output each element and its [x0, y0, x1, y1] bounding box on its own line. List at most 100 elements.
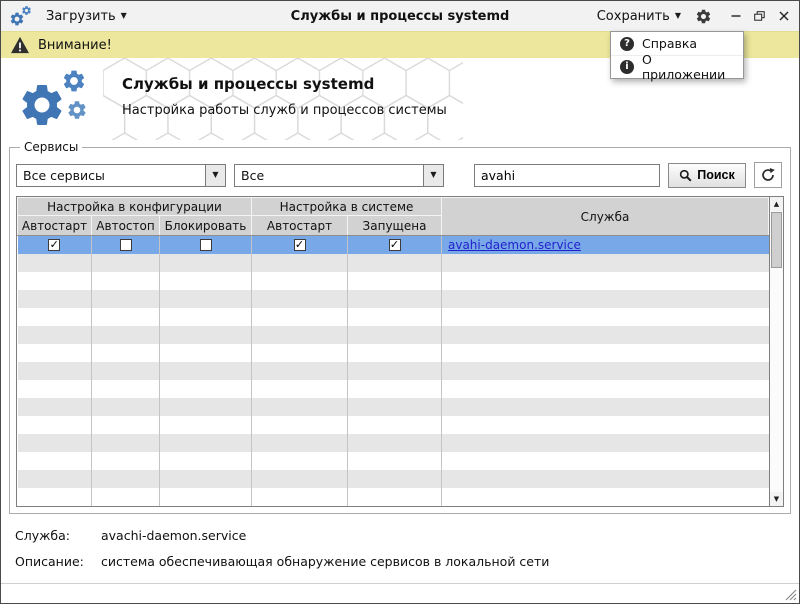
scroll-up-icon: ▲ — [774, 200, 779, 208]
filter-controls: Все сервисы ▼ Все ▼ Поиск — [16, 162, 784, 188]
settings-gear-icon[interactable] — [695, 8, 712, 25]
checkbox-cell: ✓ — [348, 236, 442, 254]
vertical-scrollbar[interactable]: ▲ ▼ — [769, 197, 783, 506]
scroll-track[interactable] — [770, 211, 783, 492]
warning-text: Внимание! — [38, 38, 112, 53]
app-menu: ? Справка i О приложении — [610, 31, 744, 79]
services-legend: Сервисы — [20, 140, 82, 154]
empty-row — [18, 326, 769, 344]
info-icon: i — [620, 60, 634, 74]
scroll-up-button[interactable]: ▲ — [770, 197, 783, 211]
empty-row — [18, 470, 769, 488]
empty-row — [18, 254, 769, 272]
chevron-down-icon: ▼ — [121, 12, 127, 20]
resize-grip[interactable] — [784, 588, 797, 601]
search-icon — [679, 169, 692, 182]
app-window: Загрузить ▼ Службы и процессы systemd Со… — [0, 0, 800, 604]
search-input[interactable] — [474, 164, 660, 187]
save-menu-button[interactable]: Сохранить ▼ — [597, 9, 681, 24]
services-table-container: Настройка в конфигурации Настройка в сис… — [16, 196, 784, 507]
column-header-config-autostop: Автостоп — [92, 216, 160, 236]
save-menu-label: Сохранить — [597, 9, 670, 24]
service-name-cell: avahi-daemon.service — [442, 236, 769, 254]
chevron-down-icon: ▼ — [675, 12, 681, 20]
services-groupbox: Сервисы Все сервисы ▼ Все ▼ Поиск — [9, 140, 791, 514]
checkbox-checked[interactable]: ✓ — [294, 239, 306, 251]
service-type-select-arrow[interactable]: ▼ — [205, 165, 225, 186]
refresh-icon — [760, 167, 776, 183]
service-link[interactable]: avahi-daemon.service — [448, 238, 581, 252]
description-label: Описание: — [15, 554, 101, 569]
checkbox-cell: ✓ — [252, 236, 348, 254]
load-menu-label: Загрузить — [46, 9, 116, 24]
service-row[interactable]: ✓ ✓ ✓ avahi-daemon.service — [18, 236, 769, 254]
empty-row — [18, 416, 769, 434]
detail-service-row: Служба: avachi-daemon.service — [15, 528, 785, 543]
checkbox-cell — [160, 236, 252, 254]
checkbox-cell: ✓ — [18, 236, 92, 254]
service-type-select[interactable]: Все сервисы ▼ — [16, 164, 226, 187]
service-type-select-value: Все сервисы — [17, 165, 205, 186]
services-table: Настройка в конфигурации Настройка в сис… — [17, 197, 769, 506]
scroll-down-icon: ▼ — [774, 495, 779, 503]
search-button[interactable]: Поиск — [668, 163, 746, 188]
empty-row — [18, 362, 769, 380]
minimize-button[interactable] — [728, 9, 743, 24]
column-header-config-block: Блокировать — [160, 216, 252, 236]
checkbox-unchecked[interactable] — [120, 239, 132, 251]
load-menu-button[interactable]: Загрузить ▼ — [46, 9, 127, 24]
services-table-body: ✓ ✓ ✓ avahi-daemon.service — [18, 236, 769, 506]
column-header-system-autostart: Автостарт — [252, 216, 348, 236]
refresh-button[interactable] — [754, 162, 782, 188]
state-filter-select-arrow[interactable]: ▼ — [423, 165, 443, 186]
menu-item-about[interactable]: i О приложении — [611, 55, 743, 78]
service-label: Служба: — [15, 528, 101, 543]
checkbox-cell — [92, 236, 160, 254]
help-icon: ? — [620, 37, 634, 51]
empty-row — [18, 434, 769, 452]
service-column-header: Служба — [442, 198, 769, 236]
checkbox-unchecked[interactable] — [200, 239, 212, 251]
page-title: Службы и процессы systemd — [122, 75, 374, 93]
app-gears-icon — [9, 5, 34, 28]
description-value: система обеспечивающая обнаружение серви… — [101, 554, 549, 569]
scroll-down-button[interactable]: ▼ — [770, 492, 783, 506]
close-icon — [779, 11, 789, 21]
detail-description-row: Описание: система обеспечивающая обнаруж… — [15, 554, 785, 569]
close-button[interactable] — [776, 9, 791, 24]
page-subtitle: Настройка работы служб и процессов систе… — [122, 103, 447, 118]
empty-row — [18, 290, 769, 308]
scroll-thumb[interactable] — [771, 212, 782, 268]
menu-item-help-label: Справка — [642, 36, 697, 51]
statusbar — [1, 583, 799, 603]
empty-row — [18, 344, 769, 362]
app-logo-gears-icon — [15, 66, 99, 132]
chevron-down-icon: ▼ — [212, 171, 218, 179]
minimize-icon — [731, 11, 741, 21]
column-header-system-running: Запущена — [348, 216, 442, 236]
maximize-button[interactable] — [752, 9, 767, 24]
config-group-header: Настройка в конфигурации — [18, 198, 252, 216]
chevron-down-icon: ▼ — [430, 171, 436, 179]
state-filter-select-value: Все — [235, 165, 423, 186]
titlebar: Загрузить ▼ Службы и процессы systemd Со… — [1, 1, 799, 31]
restore-icon — [754, 11, 765, 21]
empty-row — [18, 398, 769, 416]
menu-item-about-label: О приложении — [642, 52, 734, 82]
empty-row — [18, 308, 769, 326]
state-filter-select[interactable]: Все ▼ — [234, 164, 444, 187]
checkbox-checked[interactable]: ✓ — [389, 239, 401, 251]
details-panel: Служба: avachi-daemon.service Описание: … — [1, 514, 799, 584]
empty-row — [18, 272, 769, 290]
window-controls — [728, 9, 791, 24]
empty-row — [18, 488, 769, 506]
warning-icon — [10, 36, 30, 54]
system-group-header: Настройка в системе — [252, 198, 442, 216]
hexagon-pattern — [103, 58, 463, 140]
empty-row — [18, 380, 769, 398]
column-header-config-autostart: Автостарт — [18, 216, 92, 236]
checkbox-checked[interactable]: ✓ — [48, 239, 60, 251]
empty-row — [18, 452, 769, 470]
service-value: avachi-daemon.service — [101, 528, 246, 543]
search-button-label: Поиск — [697, 168, 735, 182]
